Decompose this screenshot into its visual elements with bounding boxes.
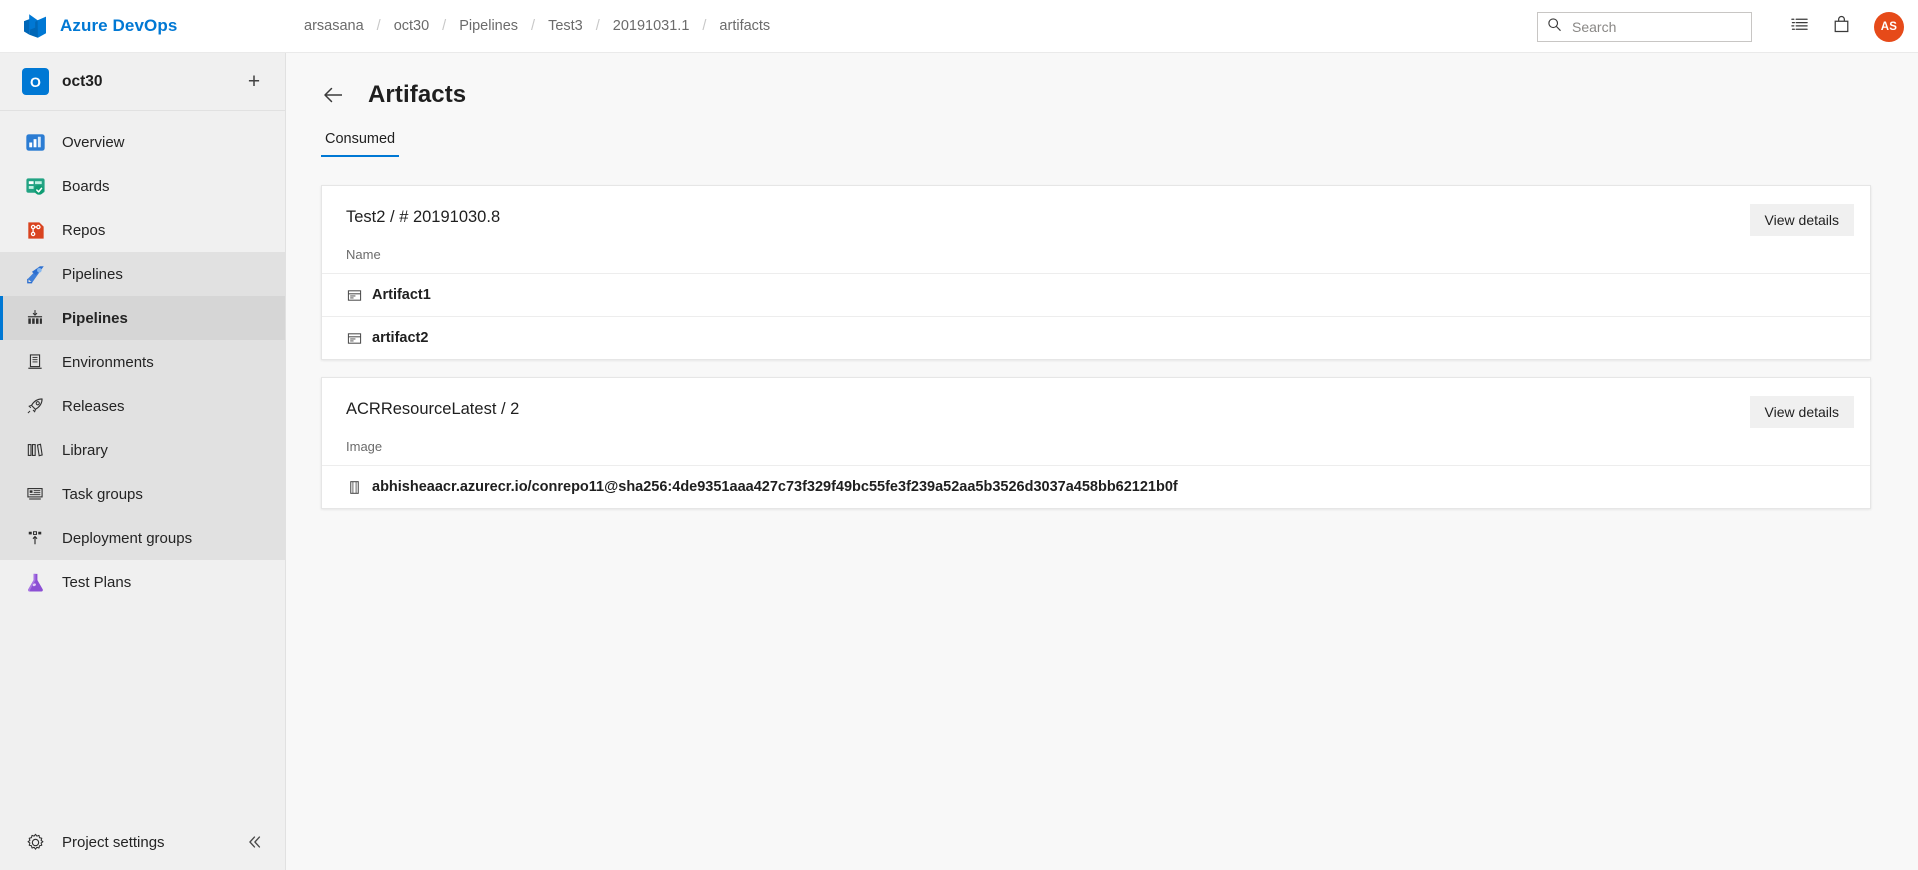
- sidebar-item-label: Task groups: [62, 485, 143, 503]
- sidebar-item-label: Releases: [62, 397, 125, 415]
- sidebar: O oct30 + Overview Boards Repos Pipeline…: [0, 53, 286, 870]
- sidebar-item-releases[interactable]: Releases: [0, 384, 285, 428]
- sidebar-item-project-settings[interactable]: Project settings: [0, 814, 285, 870]
- artifact-row[interactable]: artifact2: [322, 317, 1870, 359]
- container-image-icon: [346, 479, 362, 495]
- work-items-button[interactable]: [1778, 6, 1820, 48]
- breadcrumb-separator: /: [531, 18, 536, 34]
- view-details-button[interactable]: View details: [1749, 396, 1854, 428]
- breadcrumb-separator: /: [595, 18, 600, 34]
- artifact-package-icon: [346, 330, 362, 346]
- tab-bar: Consumed: [286, 131, 1918, 157]
- sidebar-item-test-plans[interactable]: Test Plans: [0, 560, 285, 604]
- sidebar-item-label: Pipelines: [62, 309, 128, 327]
- artifact-package-icon: [346, 287, 362, 303]
- repos-icon: [22, 217, 48, 243]
- breadcrumb-item-project[interactable]: oct30: [384, 18, 439, 34]
- artifact-card-header: Test2 / # 20191030.8 View details: [322, 186, 1870, 236]
- sidebar-item-label: Overview: [62, 133, 125, 151]
- search-input[interactable]: [1570, 17, 1742, 36]
- sidebar-item-library[interactable]: Library: [0, 428, 285, 472]
- back-arrow-icon[interactable]: [321, 82, 347, 108]
- releases-rocket-icon: [22, 393, 48, 419]
- project-header[interactable]: O oct30 +: [0, 53, 285, 111]
- marketplace-bag-icon: [1832, 15, 1851, 39]
- artifacts-list: Test2 / # 20191030.8 View details Name A…: [286, 157, 1918, 870]
- azure-devops-logo-icon: [22, 13, 48, 39]
- column-header-name: Name: [322, 227, 1870, 274]
- avatar[interactable]: AS: [1874, 11, 1904, 42]
- main-content: Artifacts Consumed Test2 / # 20191030.8 …: [286, 53, 1918, 870]
- artifact-card-title: ACRResourceLatest / 2: [346, 400, 520, 418]
- deployment-groups-icon: [22, 525, 48, 551]
- chevron-double-left-icon[interactable]: [241, 829, 267, 855]
- sidebar-pipelines-subnav: Pipelines Environments Releases Library …: [0, 296, 285, 560]
- boards-icon: [22, 173, 48, 199]
- task-groups-icon: [22, 481, 48, 507]
- artifact-card: Test2 / # 20191030.8 View details Name A…: [321, 185, 1871, 360]
- overview-icon: [22, 129, 48, 155]
- brand-label: Azure DevOps: [60, 16, 178, 35]
- sidebar-item-pipelines-sub[interactable]: Pipelines: [0, 296, 285, 340]
- backlog-list-icon: [1790, 15, 1809, 39]
- artifact-card-title: Test2 / # 20191030.8: [346, 208, 501, 226]
- library-icon: [22, 437, 48, 463]
- sidebar-item-overview[interactable]: Overview: [0, 120, 285, 164]
- sidebar-item-label: Deployment groups: [62, 529, 193, 547]
- column-header-image: Image: [322, 419, 1870, 466]
- app-root: Azure DevOps arsasana / oct30 / Pipeline…: [0, 0, 1918, 870]
- artifact-row-label: abhisheaacr.azurecr.io/conrepo11@sha256:…: [372, 479, 1178, 495]
- sidebar-footer-label: Project settings: [62, 833, 165, 851]
- breadcrumb: arsasana / oct30 / Pipelines / Test3 / 2…: [294, 18, 780, 34]
- sidebar-item-label: Pipelines: [62, 265, 123, 283]
- breadcrumb-separator: /: [702, 18, 707, 34]
- test-plans-flask-icon: [22, 569, 48, 595]
- page-header: Artifacts: [286, 53, 1918, 109]
- view-details-button[interactable]: View details: [1749, 204, 1854, 236]
- sidebar-item-task-groups[interactable]: Task groups: [0, 472, 285, 516]
- page-title: Artifacts: [368, 81, 467, 108]
- body: O oct30 + Overview Boards Repos Pipeline…: [0, 53, 1918, 870]
- artifact-card: ACRResourceLatest / 2 View details Image: [321, 377, 1871, 509]
- top-bar-actions: AS: [1537, 0, 1904, 53]
- environments-icon: [22, 349, 48, 375]
- pipelines-icon: [22, 261, 48, 287]
- sidebar-nav: Overview Boards Repos Pipelines Pipeline…: [0, 111, 285, 814]
- top-bar: Azure DevOps arsasana / oct30 / Pipeline…: [0, 0, 1918, 53]
- sidebar-item-label: Library: [62, 441, 108, 459]
- breadcrumb-item-organization[interactable]: arsasana: [294, 18, 374, 34]
- artifact-row[interactable]: abhisheaacr.azurecr.io/conrepo11@sha256:…: [322, 466, 1870, 508]
- sidebar-item-label: Test Plans: [62, 573, 132, 591]
- breadcrumb-item-run[interactable]: 20191031.1: [603, 18, 700, 34]
- search-icon: [1547, 17, 1562, 37]
- project-avatar-icon: O: [22, 68, 49, 95]
- pipelines-sub-icon: [22, 305, 48, 331]
- add-button[interactable]: +: [241, 69, 267, 95]
- artifact-row[interactable]: Artifact1: [322, 274, 1870, 317]
- breadcrumb-item-artifacts[interactable]: artifacts: [709, 18, 780, 34]
- sidebar-item-label: Repos: [62, 221, 106, 239]
- tab-consumed[interactable]: Consumed: [321, 131, 400, 157]
- sidebar-item-label: Environments: [62, 353, 154, 371]
- artifact-row-label: Artifact1: [372, 287, 431, 303]
- sidebar-item-repos[interactable]: Repos: [0, 208, 285, 252]
- brand[interactable]: Azure DevOps: [0, 13, 286, 39]
- breadcrumb-separator: /: [376, 18, 381, 34]
- sidebar-item-environments[interactable]: Environments: [0, 340, 285, 384]
- breadcrumb-separator: /: [442, 18, 447, 34]
- marketplace-button[interactable]: [1820, 6, 1862, 48]
- sidebar-item-boards[interactable]: Boards: [0, 164, 285, 208]
- artifact-card-header: ACRResourceLatest / 2 View details: [322, 378, 1870, 428]
- artifact-row-label: artifact2: [372, 330, 429, 346]
- breadcrumb-item-pipeline-name[interactable]: Test3: [538, 18, 593, 34]
- project-name: oct30: [62, 72, 103, 90]
- sidebar-item-deployment-groups[interactable]: Deployment groups: [0, 516, 285, 560]
- gear-icon: [22, 829, 48, 855]
- sidebar-item-label: Boards: [62, 177, 110, 195]
- breadcrumb-item-pipelines[interactable]: Pipelines: [449, 18, 528, 34]
- search-box[interactable]: [1537, 11, 1752, 42]
- sidebar-item-pipelines[interactable]: Pipelines: [0, 252, 285, 296]
